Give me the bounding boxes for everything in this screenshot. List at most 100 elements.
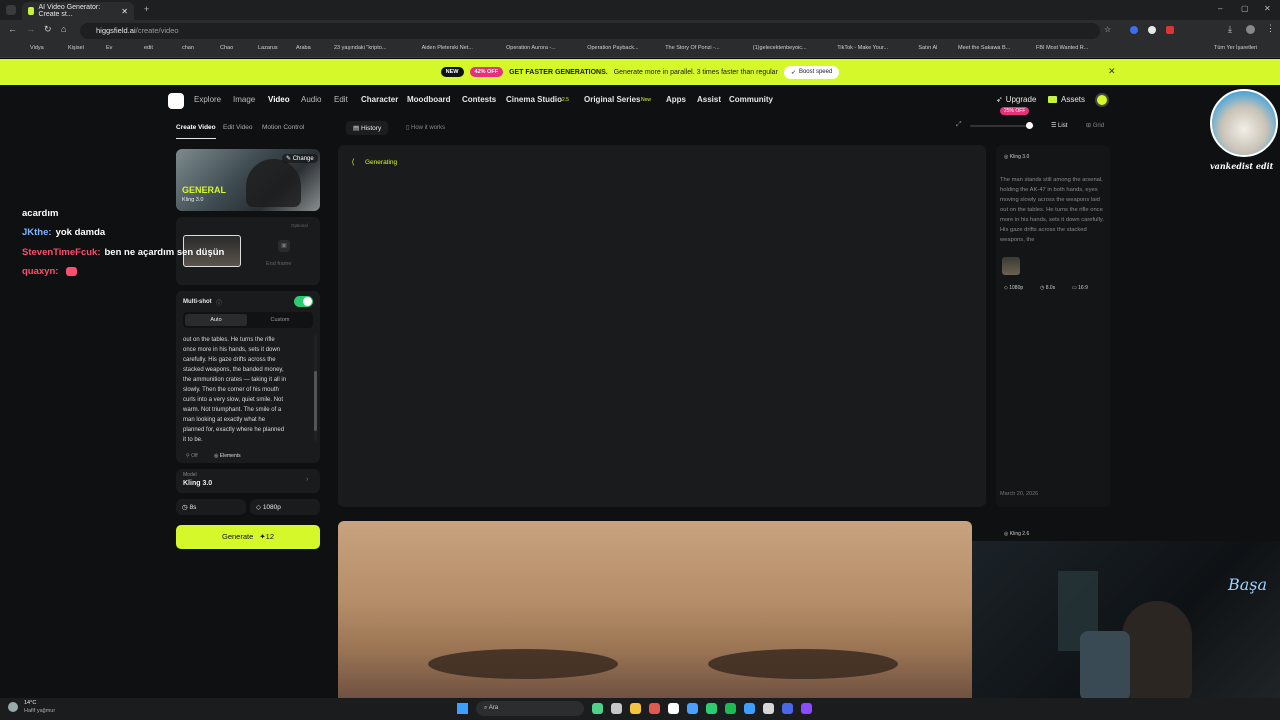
bookmark-item[interactable]: 23 yaşındaki "kripto... [334, 45, 386, 51]
mode-auto-tab[interactable]: Auto [185, 314, 247, 326]
zoom-slider[interactable] [970, 122, 1034, 129]
bookmark-item[interactable]: Chao [220, 45, 233, 51]
zoom-slider-knob[interactable] [1026, 122, 1033, 129]
higgsfield-logo-icon[interactable] [168, 93, 184, 109]
scrollbar-thumb[interactable] [314, 371, 317, 431]
tab-close-icon[interactable]: ✕ [121, 7, 128, 16]
bookmark-item[interactable]: Operation Aurora -... [506, 45, 556, 51]
nav-item[interactable]: Community [729, 95, 773, 104]
nav-item[interactable]: Character [361, 95, 398, 104]
promo-close-icon[interactable]: ✕ [1108, 66, 1116, 77]
nav-item[interactable]: Cinema Studio [506, 95, 562, 104]
file-explorer-icon[interactable] [630, 703, 641, 714]
photos-icon[interactable] [744, 703, 755, 714]
steam-icon[interactable] [763, 703, 774, 714]
window-close-icon[interactable]: ✕ [1264, 4, 1271, 13]
reference-thumbnail[interactable] [1002, 257, 1020, 275]
taskbar-search[interactable]: ⌕ Ara [476, 701, 584, 716]
window-minimize-icon[interactable]: – [1218, 4, 1222, 13]
sidebar-tab[interactable]: Create Video [176, 124, 216, 131]
download-icon[interactable]: ⤓ [1228, 24, 1232, 35]
bookmark-item[interactable]: The Story Of Ponzi -... [665, 45, 719, 51]
edge-icon[interactable] [668, 703, 679, 714]
elements-button[interactable]: ◎ Elements [214, 453, 241, 459]
bookmark-item[interactable]: edit [144, 45, 153, 51]
model-selector[interactable]: Model Kling 3.0 › [176, 469, 320, 493]
forward-icon[interactable]: → [26, 24, 35, 34]
nav-item[interactable]: Original Series [584, 95, 640, 104]
duration-selector[interactable]: ◷ 8s [176, 499, 246, 515]
tab-menu-icon[interactable] [6, 5, 16, 15]
extension-icon-2[interactable] [1148, 26, 1156, 34]
bookmark-item[interactable]: Operation Payback... [587, 45, 638, 51]
spotify-icon[interactable] [725, 703, 736, 714]
new-tab-icon[interactable]: + [144, 4, 149, 14]
prompt-scrollbar[interactable] [314, 335, 317, 441]
window-maximize-icon[interactable]: ▢ [1241, 4, 1249, 13]
expand-icon[interactable]: ⤢ [956, 121, 962, 129]
end-frame-upload-icon[interactable]: ▣ [278, 240, 290, 252]
enhance-toggle[interactable]: ⚲ Off [186, 453, 198, 459]
bookmark-item[interactable]: Vidya [30, 45, 44, 51]
widgets-icon[interactable] [592, 703, 603, 714]
change-preset-button[interactable]: ✎ Change [282, 154, 318, 163]
history-tab[interactable]: ▤ History [346, 121, 389, 135]
nav-item[interactable]: Moodboard [407, 95, 451, 104]
browser-menu-icon[interactable]: ⋮ [1266, 23, 1275, 34]
task-view-icon[interactable] [611, 703, 622, 714]
start-windows-icon[interactable] [457, 703, 468, 714]
webcam-overlay: Başa [972, 541, 1280, 700]
bookmark-item[interactable]: Satın Al [918, 45, 937, 51]
bookmark-item[interactable]: Ev [106, 45, 112, 51]
bookmark-item[interactable]: Tüm Yer İşaretleri [1214, 45, 1257, 51]
assets-button[interactable]: Assets [1048, 95, 1085, 104]
nav-item[interactable]: Contests [462, 95, 496, 104]
bookmark-item[interactable]: Aiden Pleterski Net... [422, 45, 473, 51]
upgrade-button[interactable]: ➶ Upgrade [996, 95, 1036, 104]
back-icon[interactable]: ← [8, 24, 17, 34]
bookmark-item[interactable]: FBI Most Wanted R... [1036, 45, 1088, 51]
chrome-icon[interactable] [649, 703, 660, 714]
sidebar-tab[interactable]: Edit Video [223, 124, 253, 131]
nav-item[interactable]: Assist [697, 95, 721, 104]
preset-card[interactable]: ✎ Change GENERAL Kling 3.0 [176, 149, 320, 211]
discord-icon[interactable] [782, 703, 793, 714]
prompt-textarea[interactable]: out on the tables. He turns the rifle onc… [183, 335, 309, 445]
premiere-icon[interactable] [801, 703, 812, 714]
mail-icon[interactable] [687, 703, 698, 714]
nav-item[interactable]: Audio [301, 95, 321, 104]
list-view-toggle[interactable]: ☰ List [1051, 122, 1067, 129]
nav-item[interactable]: Image [233, 95, 255, 104]
bookmark-item[interactable]: Kişisel [68, 45, 84, 51]
home-icon[interactable]: ⌂ [61, 24, 66, 34]
extensions-icon[interactable] [1130, 26, 1138, 34]
bookmark-item[interactable]: Araba [296, 45, 311, 51]
profile-icon[interactable] [1246, 25, 1255, 34]
boost-speed-button[interactable]: ➶ Boost speed [783, 65, 840, 79]
weather-icon[interactable] [8, 702, 18, 712]
nav-item[interactable]: Explore [194, 95, 221, 104]
browser-tab-active[interactable]: AI Video Generator: Create st... ✕ [22, 2, 134, 20]
bookmark-star-icon[interactable]: ☆ [1104, 25, 1111, 34]
multishot-toggle[interactable] [294, 296, 313, 307]
nav-item[interactable]: Video [268, 95, 290, 104]
mode-custom-tab[interactable]: Custom [249, 314, 311, 326]
how-it-works-tab[interactable]: ▯ How it works [406, 124, 445, 131]
result-video-preview[interactable] [338, 521, 972, 701]
grid-view-toggle[interactable]: ⊞ Grid [1086, 122, 1104, 129]
bookmark-item[interactable]: chan [182, 45, 194, 51]
bookmark-item[interactable]: (1)gelecektenbeyoic... [753, 45, 807, 51]
resolution-selector[interactable]: ◇ 1080p [250, 499, 320, 515]
bookmark-item[interactable]: Meet the Sakawa B... [958, 45, 1010, 51]
user-avatar[interactable] [1095, 93, 1109, 107]
excel-icon[interactable] [706, 703, 717, 714]
extension-icon-3[interactable] [1166, 26, 1174, 34]
generate-button[interactable]: Generate ✦12 [176, 525, 320, 549]
nav-item[interactable]: Edit [334, 95, 348, 104]
reload-icon[interactable]: ↻ [44, 24, 52, 35]
nav-item[interactable]: Apps [666, 95, 686, 104]
bookmark-item[interactable]: TikTok - Make Your... [837, 45, 888, 51]
bookmark-item[interactable]: Lazarus [258, 45, 278, 51]
sidebar-tab[interactable]: Motion Control [262, 124, 304, 131]
url-field[interactable]: higgsfield.ai/create/video [80, 23, 1100, 39]
